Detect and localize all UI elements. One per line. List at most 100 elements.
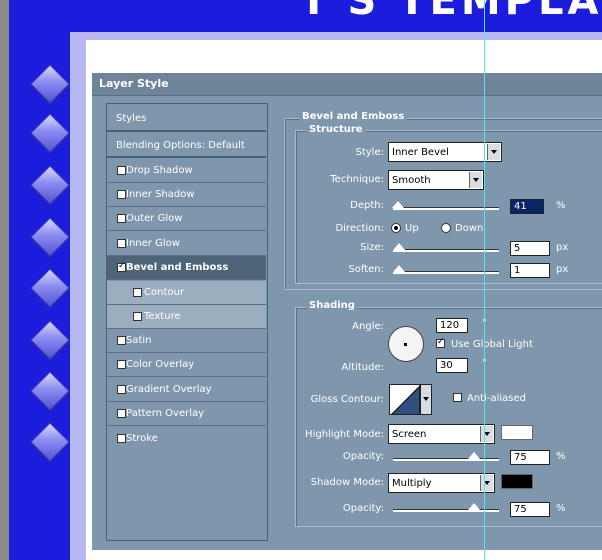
style-item-label: Satin — [126, 335, 152, 346]
style-item-label: Pattern Overlay — [126, 408, 205, 419]
direction-down-radio[interactable] — [441, 223, 451, 233]
highlight-mode-label: Highlight Mode: — [305, 429, 384, 440]
soften-unit: px — [556, 264, 569, 275]
shadow-mode-value: Multiply — [392, 478, 432, 489]
checkbox[interactable] — [117, 166, 126, 175]
style-item-stroke[interactable]: Stroke — [107, 427, 266, 451]
altitude-label: Altitude: — [341, 362, 384, 373]
checkbox[interactable] — [117, 261, 126, 272]
styles-header-label: Styles — [116, 113, 147, 124]
contour-curve-icon — [391, 386, 419, 414]
dialog-title: Layer Style — [99, 77, 169, 90]
highlight-mode-dropdown[interactable]: Screen — [388, 424, 495, 444]
altitude-input[interactable]: 30 — [436, 358, 468, 373]
checkbox[interactable] — [117, 434, 126, 443]
style-item-color-overlay[interactable]: Color Overlay — [107, 353, 266, 377]
checkbox[interactable] — [117, 336, 126, 345]
checkbox[interactable] — [117, 190, 126, 199]
soften-slider-thumb[interactable] — [393, 265, 405, 272]
style-item-pattern-overlay[interactable]: Pattern Overlay — [107, 402, 266, 426]
guide-line — [484, 0, 485, 560]
technique-dropdown[interactable]: Smooth — [388, 170, 484, 190]
technique-dropdown-value: Smooth — [392, 175, 431, 186]
style-item-inner-shadow[interactable]: Inner Shadow — [107, 183, 266, 207]
banner-text: T'S TEMPLA — [300, 0, 602, 24]
style-item-label: Gradient Overlay — [126, 384, 212, 395]
style-item-label: Texture — [144, 311, 181, 322]
checkbox[interactable] — [117, 214, 126, 223]
depth-input[interactable]: 41 — [510, 199, 544, 214]
chevron-down-icon — [487, 144, 500, 160]
soften-label: Soften: — [348, 264, 384, 275]
highlight-color-swatch[interactable] — [501, 425, 533, 440]
direction-up-radio[interactable] — [391, 223, 401, 233]
style-item-inner-glow[interactable]: Inner Glow — [107, 232, 266, 256]
angle-label: Angle: — [352, 321, 384, 332]
style-item-label: Bevel and Emboss — [126, 262, 229, 273]
use-global-light-label: Use Global Light — [451, 339, 533, 350]
shadow-mode-dropdown[interactable]: Multiply — [388, 473, 495, 493]
style-dropdown-value: Inner Bevel — [392, 147, 449, 158]
checkbox[interactable] — [133, 312, 142, 321]
shadow-opacity-label: Opacity: — [342, 503, 384, 514]
soften-input[interactable]: 1 — [510, 263, 550, 278]
shadow-opacity-unit: % — [556, 503, 566, 514]
chevron-down-icon — [469, 172, 482, 188]
gloss-contour-label: Gloss Contour: — [310, 394, 384, 405]
angle-input[interactable]: 120 — [436, 318, 468, 333]
use-global-light-checkbox[interactable] — [436, 337, 445, 348]
shadow-mode-label: Shadow Mode: — [310, 477, 384, 488]
technique-label: Technique: — [330, 174, 384, 185]
angle-dial[interactable] — [388, 326, 424, 362]
styles-header[interactable]: Styles — [107, 106, 266, 132]
highlight-opacity-slider-thumb[interactable] — [468, 452, 480, 459]
size-input[interactable]: 5 — [510, 241, 550, 256]
shading-groupbox — [295, 307, 602, 527]
structure-title: Structure — [306, 124, 366, 135]
checkbox[interactable] — [117, 239, 126, 248]
style-item-label: Drop Shadow — [126, 165, 193, 176]
shadow-opacity-slider-thumb[interactable] — [468, 503, 480, 510]
style-item-label: Color Overlay — [126, 359, 195, 370]
chevron-down-icon — [480, 426, 493, 442]
size-unit: px — [556, 242, 569, 253]
checkbox[interactable] — [117, 360, 126, 369]
direction-down-label: Down — [455, 223, 484, 234]
anti-aliased-checkbox[interactable] — [453, 393, 462, 402]
style-item-gradient-overlay[interactable]: Gradient Overlay — [107, 378, 266, 402]
style-item-contour[interactable]: Contour — [107, 281, 266, 305]
highlight-opacity-unit: % — [556, 451, 566, 462]
direction-up-label: Up — [405, 223, 419, 234]
blending-options-item[interactable]: Blending Options: Default — [107, 134, 266, 158]
checkbox[interactable] — [117, 409, 126, 418]
style-item-label: Inner Glow — [126, 238, 180, 249]
style-item-bevel-and-emboss[interactable]: Bevel and Emboss — [107, 256, 266, 280]
gloss-contour-swatch[interactable] — [389, 384, 420, 415]
style-item-texture[interactable]: Texture — [107, 305, 266, 329]
highlight-opacity-input[interactable]: 75 — [510, 450, 550, 465]
style-item-label: Contour — [144, 287, 184, 298]
style-item-satin[interactable]: Satin — [107, 329, 266, 353]
bevel-section-title: Bevel and Emboss — [299, 111, 408, 122]
style-item-drop-shadow[interactable]: Drop Shadow — [107, 159, 266, 183]
checkbox[interactable] — [133, 288, 142, 297]
shadow-opacity-input[interactable]: 75 — [510, 502, 550, 517]
highlight-opacity-label: Opacity: — [342, 451, 384, 462]
depth-slider-thumb[interactable] — [392, 201, 404, 208]
gloss-contour-dropdown-arrow[interactable] — [420, 384, 432, 415]
depth-unit: % — [556, 200, 566, 211]
direction-label: Direction: — [335, 223, 384, 234]
checkbox[interactable] — [117, 385, 126, 394]
style-item-outer-glow[interactable]: Outer Glow — [107, 207, 266, 231]
highlight-mode-value: Screen — [392, 429, 427, 440]
chevron-down-icon — [480, 475, 493, 491]
shadow-color-swatch[interactable] — [501, 474, 533, 489]
style-item-label: Outer Glow — [126, 213, 183, 224]
style-label: Style: — [355, 147, 385, 158]
blending-options-label: Blending Options: Default — [116, 140, 245, 151]
size-label: Size: — [360, 242, 384, 253]
style-item-label: Inner Shadow — [126, 189, 195, 200]
left-gray-strip — [0, 0, 9, 560]
shading-title: Shading — [306, 300, 358, 311]
size-slider-thumb[interactable] — [393, 243, 405, 250]
